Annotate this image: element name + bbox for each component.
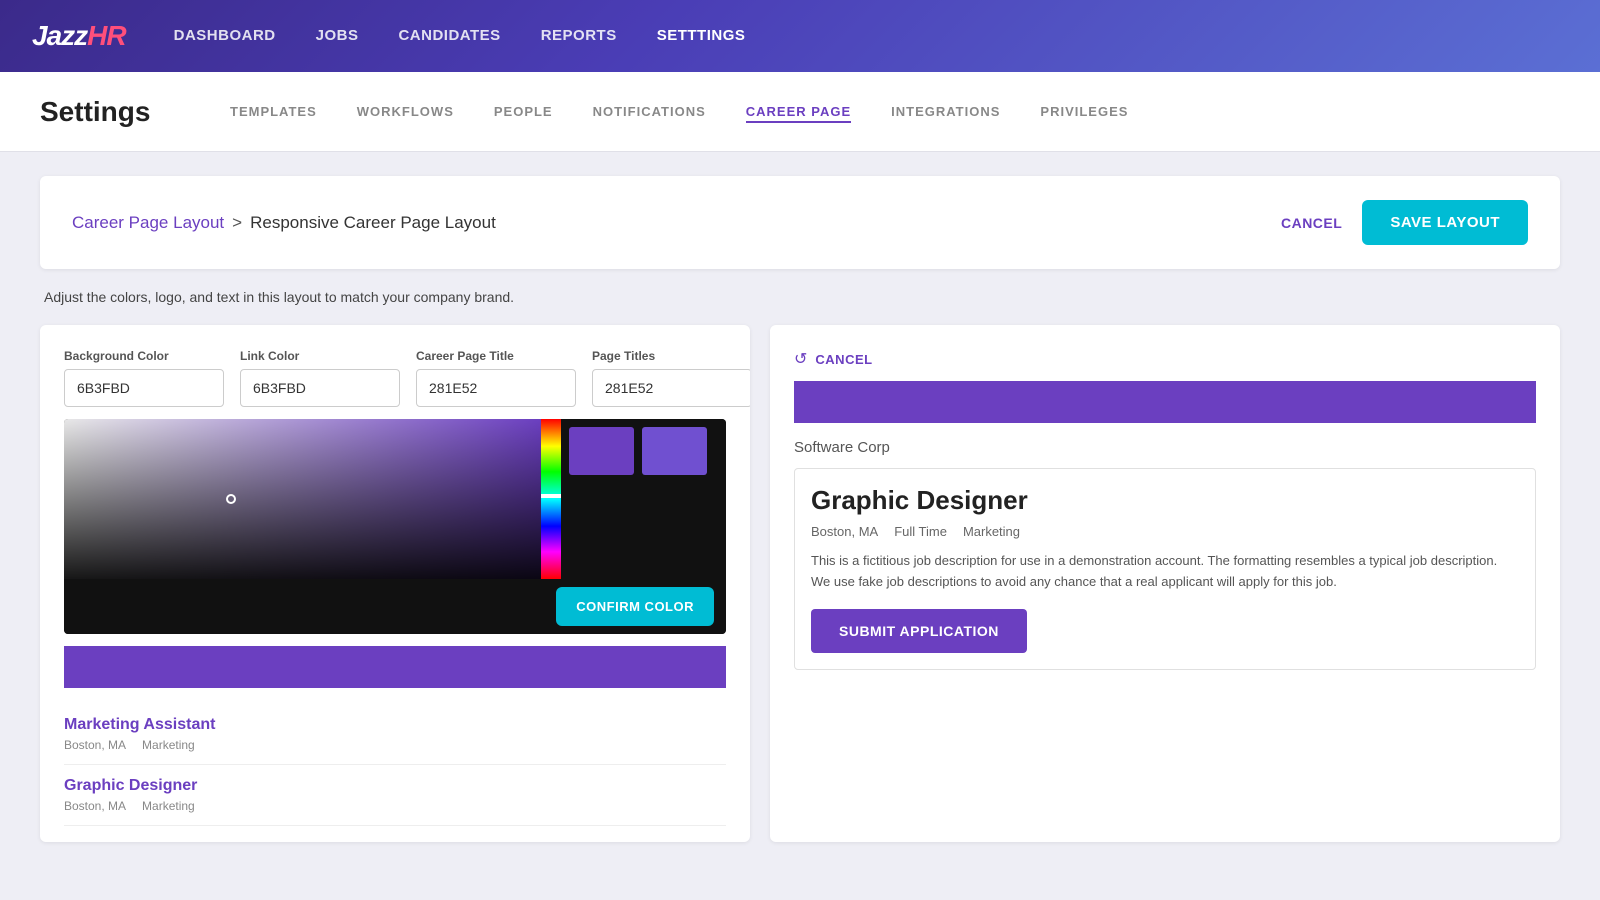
background-color-label: Background Color — [64, 349, 224, 363]
swatch-new — [642, 427, 707, 475]
right-preview-body: Software Corp Graphic Designer Boston, M… — [770, 423, 1560, 702]
page-titles-field: Page Titles — [592, 349, 750, 407]
right-preview-header-bar — [794, 381, 1536, 423]
job-department-0: Marketing — [142, 738, 195, 752]
job-title-graphic-designer: Graphic Designer — [64, 777, 726, 795]
color-controls: Background Color Link Color Career Page … — [40, 325, 750, 407]
page-titles-input[interactable] — [592, 369, 750, 407]
color-inputs-row: Background Color Link Color Career Page … — [64, 349, 726, 407]
tab-people[interactable]: PEOPLE — [494, 104, 553, 119]
hue-handle — [541, 494, 561, 498]
settings-title: Settings — [40, 96, 170, 128]
top-nav-links: DASHBOARD JOBS CANDIDATES REPORTS SETTTI… — [174, 27, 746, 45]
picker-cursor — [226, 494, 236, 504]
main-content: Career Page Layout > Responsive Career P… — [0, 152, 1600, 900]
career-page-title-field: Career Page Title — [416, 349, 576, 407]
job-meta-marketing-assistant: Boston, MA Marketing — [64, 738, 726, 752]
nav-reports[interactable]: REPORTS — [541, 27, 617, 44]
breadcrumb-link[interactable]: Career Page Layout — [72, 213, 224, 233]
list-item: Marketing Assistant Boston, MA Marketing — [64, 704, 726, 765]
nav-jobs[interactable]: JOBS — [316, 27, 359, 44]
list-item: Graphic Designer Boston, MA Marketing — [64, 765, 726, 826]
confirm-color-button[interactable]: CONFIRM COLOR — [556, 587, 714, 626]
color-picker-area: CONFIRM COLOR — [64, 419, 726, 634]
right-panel: ↺ CANCEL Software Corp Graphic Designer … — [770, 325, 1560, 842]
breadcrumb-separator: > — [232, 213, 242, 233]
job-location-0: Boston, MA — [64, 738, 126, 752]
color-gradient-canvas[interactable] — [64, 419, 541, 579]
cancel-link[interactable]: CANCEL — [1281, 215, 1342, 231]
cancel-reset-link[interactable]: CANCEL — [815, 352, 872, 367]
job-title-marketing-assistant: Marketing Assistant — [64, 716, 726, 734]
settings-bar: Settings TEMPLATES WORKFLOWS PEOPLE NOTI… — [0, 72, 1600, 152]
left-panel: Background Color Link Color Career Page … — [40, 325, 750, 842]
job-location-1: Boston, MA — [64, 799, 126, 813]
link-color-label: Link Color — [240, 349, 400, 363]
color-picker-main — [64, 419, 726, 579]
logo-jazz: JazzHR — [32, 20, 126, 52]
detail-location: Boston, MA — [811, 524, 878, 539]
company-name: Software Corp — [794, 439, 1536, 456]
description-text: Adjust the colors, logo, and text in thi… — [40, 289, 1560, 305]
swatch-current — [569, 427, 634, 475]
detail-job-type: Full Time — [894, 524, 947, 539]
tab-privileges[interactable]: PRIVILEGES — [1040, 104, 1128, 119]
page-titles-label: Page Titles — [592, 349, 750, 363]
breadcrumb: Career Page Layout > Responsive Career P… — [72, 213, 496, 233]
job-department-1: Marketing — [142, 799, 195, 813]
reset-icon: ↺ — [794, 349, 807, 369]
job-list-preview: Marketing Assistant Boston, MA Marketing… — [40, 688, 750, 842]
save-layout-button[interactable]: SAVE LAYOUT — [1362, 200, 1528, 245]
background-color-input[interactable] — [64, 369, 224, 407]
detail-department: Marketing — [963, 524, 1020, 539]
cancel-reset-row: ↺ CANCEL — [770, 325, 1560, 369]
career-page-title-input[interactable] — [416, 369, 576, 407]
layout-header-card: Career Page Layout > Responsive Career P… — [40, 176, 1560, 269]
header-actions: CANCEL SAVE LAYOUT — [1281, 200, 1528, 245]
job-description: This is a fictitious job description for… — [811, 551, 1519, 593]
editor-area: Background Color Link Color Career Page … — [40, 325, 1560, 842]
tab-workflows[interactable]: WORKFLOWS — [357, 104, 454, 119]
background-color-field: Background Color — [64, 349, 224, 407]
job-meta-graphic-designer: Boston, MA Marketing — [64, 799, 726, 813]
nav-candidates[interactable]: CANDIDATES — [398, 27, 500, 44]
breadcrumb-current: Responsive Career Page Layout — [250, 213, 496, 233]
tab-integrations[interactable]: INTEGRATIONS — [891, 104, 1000, 119]
hue-bar[interactable] — [541, 419, 561, 579]
career-page-title-label: Career Page Title — [416, 349, 576, 363]
link-color-input[interactable] — [240, 369, 400, 407]
top-navigation: JazzHR DASHBOARD JOBS CANDIDATES REPORTS… — [0, 0, 1600, 72]
nav-settings[interactable]: SETTTINGS — [657, 27, 746, 44]
job-detail-card: Graphic Designer Boston, MA Full Time Ma… — [794, 468, 1536, 670]
nav-dashboard[interactable]: DASHBOARD — [174, 27, 276, 44]
tab-templates[interactable]: TEMPLATES — [230, 104, 317, 119]
job-detail-meta: Boston, MA Full Time Marketing — [811, 524, 1519, 539]
swatches-area — [561, 419, 726, 579]
logo[interactable]: JazzHR — [32, 20, 126, 52]
left-preview-header-bar — [64, 646, 726, 688]
tab-career-page[interactable]: CAREER PAGE — [746, 104, 851, 123]
picker-bottom-row: CONFIRM COLOR — [64, 579, 726, 634]
job-detail-title: Graphic Designer — [811, 485, 1519, 516]
submit-application-button[interactable]: SUBMIT APPLICATION — [811, 609, 1027, 653]
settings-nav: TEMPLATES WORKFLOWS PEOPLE NOTIFICATIONS… — [230, 103, 1128, 121]
link-color-field: Link Color — [240, 349, 400, 407]
tab-notifications[interactable]: NOTIFICATIONS — [593, 104, 706, 119]
